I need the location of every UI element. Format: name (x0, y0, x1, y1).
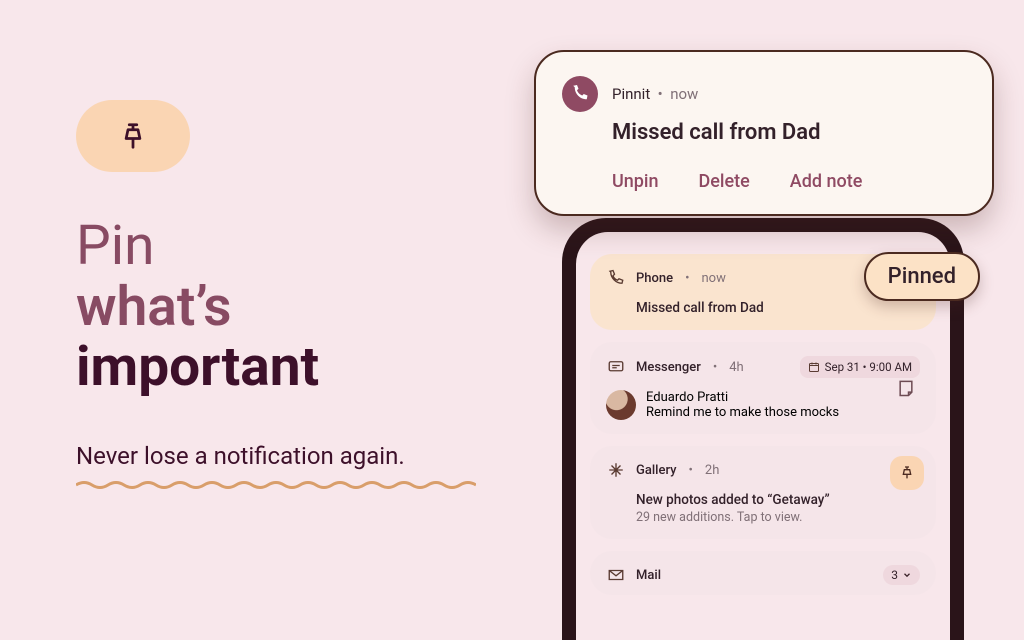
notif-app: Messenger (636, 360, 701, 375)
phone-icon (571, 85, 589, 103)
notif-subtitle: 29 new additions. Tap to view. (636, 510, 920, 525)
squiggle-underline (76, 480, 476, 490)
separator-dot (683, 271, 691, 286)
unpin-button[interactable]: Unpin (612, 171, 659, 192)
calendar-icon (808, 361, 820, 373)
separator-dot (711, 360, 719, 375)
notification-mail[interactable]: Mail 3 (590, 551, 936, 595)
notif-app: Gallery (636, 463, 677, 478)
notif-body-text: Missed call from Dad (636, 300, 920, 316)
sender-name: Eduardo Pratti (646, 390, 839, 405)
pinned-pill: Pinned (864, 252, 980, 301)
headline-line-3: important (76, 337, 506, 398)
card-meta: Pinnit • now (612, 85, 698, 103)
avatar (606, 390, 636, 420)
notif-time: now (702, 271, 726, 286)
expanded-notification-card: Pinnit • now Missed call from Dad Unpin … (534, 50, 994, 216)
gallery-icon (606, 460, 626, 480)
card-time: now (670, 85, 698, 103)
notif-title: New photos added to “Getaway” (636, 492, 920, 508)
chat-icon (606, 357, 626, 377)
message-preview: Remind me to make those mocks (646, 405, 839, 420)
notification-messenger[interactable]: Messenger 4h Sep 31 • 9:00 AM Eduardo Pr… (590, 342, 936, 434)
hero-tagline: Never lose a notification again. (76, 442, 476, 470)
notif-app: Phone (636, 271, 673, 286)
pin-chip-button[interactable] (890, 456, 924, 490)
delete-button[interactable]: Delete (699, 171, 750, 192)
separator-dot (687, 463, 695, 478)
note-icon-button[interactable] (890, 372, 922, 404)
count-pill[interactable]: 3 (883, 565, 920, 585)
pin-icon (899, 465, 915, 481)
notif-time: 2h (705, 463, 719, 478)
hero-headline: Pin what’s important (76, 216, 506, 398)
app-icon-circle (562, 76, 598, 112)
add-note-button[interactable]: Add note (790, 171, 863, 192)
note-icon (896, 378, 916, 398)
pin-icon (118, 121, 148, 151)
pin-badge (76, 100, 190, 172)
notification-gallery[interactable]: Gallery 2h New photos added to “Getaway”… (590, 446, 936, 539)
phone-icon (606, 268, 626, 288)
headline-line-1: Pin (76, 214, 154, 278)
mail-icon (606, 565, 626, 585)
card-app-name: Pinnit (612, 85, 650, 103)
card-title: Missed call from Dad (612, 120, 966, 145)
notif-time: 4h (729, 360, 743, 375)
chevron-down-icon (902, 570, 912, 580)
headline-line-2: what’s (76, 277, 506, 338)
notif-app: Mail (636, 568, 661, 583)
